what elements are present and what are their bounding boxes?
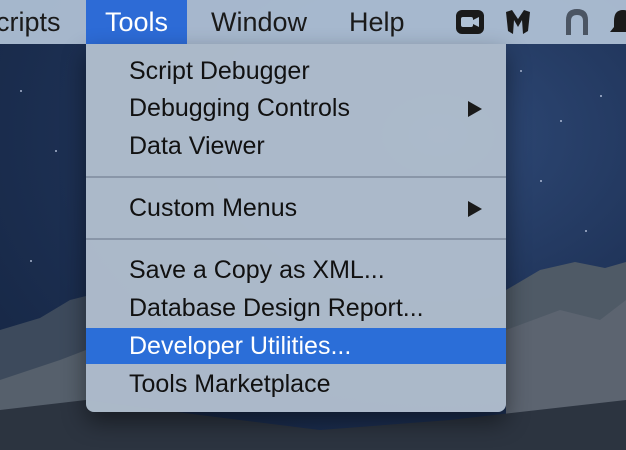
menubar-item-label: Tools [105,7,169,37]
menubar-item-tools[interactable]: Tools [86,0,188,44]
menubar-item-window[interactable]: Window [192,0,326,44]
menubar-item-label: Help [349,7,405,37]
menu-item-label: Save a Copy as XML... [129,256,385,284]
video-camera-icon[interactable] [455,7,485,37]
menu-item-save-copy-xml[interactable]: Save a Copy as XML... [86,252,506,288]
malwarebytes-icon[interactable] [503,7,533,37]
notification-bell-icon[interactable] [608,7,626,37]
menu-item-custom-menus[interactable]: Custom Menus [86,190,506,226]
menu-item-tools-marketplace[interactable]: Tools Marketplace [86,366,506,402]
menu-item-script-debugger[interactable]: Script Debugger [86,53,506,89]
menubar-item-label: Window [211,7,308,37]
menu-separator [86,238,506,240]
menu-item-label: Debugging Controls [129,94,350,122]
arch-icon[interactable] [562,7,592,37]
submenu-arrow-icon [468,101,482,117]
menubar-item-label: cripts [0,7,61,37]
menu-item-label: Data Viewer [129,132,265,160]
menubar-item-help[interactable]: Help [330,0,424,44]
tools-menu: Script Debugger Debugging Controls Data … [86,44,506,412]
menu-item-label: Database Design Report... [129,294,424,322]
menu-bar: cripts Tools Window Help [0,0,626,44]
menubar-item-scripts[interactable]: cripts [0,0,80,44]
menu-item-label: Developer Utilities... [129,332,352,360]
menu-item-database-design-report[interactable]: Database Design Report... [86,290,506,326]
menu-item-developer-utilities[interactable]: Developer Utilities... [86,328,506,364]
menu-item-label: Custom Menus [129,194,298,222]
menu-separator [86,176,506,178]
menu-item-data-viewer[interactable]: Data Viewer [86,128,506,164]
submenu-arrow-icon [468,201,482,217]
menu-item-label: Tools Marketplace [129,370,331,398]
menu-item-label: Script Debugger [129,57,310,85]
menu-item-debugging-controls[interactable]: Debugging Controls [86,90,506,126]
